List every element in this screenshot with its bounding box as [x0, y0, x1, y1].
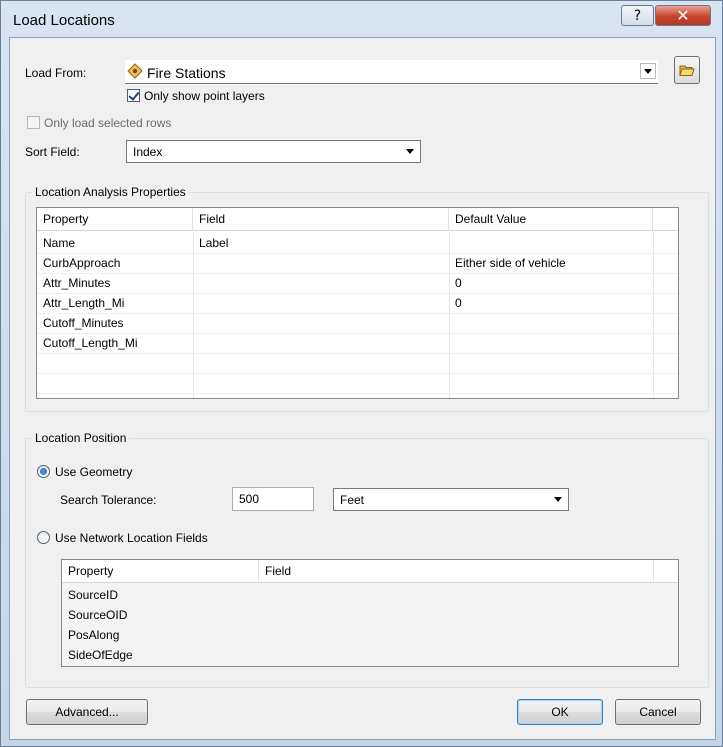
property-cell: Cutoff_Minutes [43, 316, 124, 330]
table-row[interactable]: Attr_Length_Mi 0 [37, 293, 678, 314]
units-value: Feet [340, 492, 365, 507]
table-row[interactable]: SideOfEdge [62, 645, 678, 665]
header-property[interactable]: Property [62, 560, 259, 582]
table-row[interactable]: Attr_Minutes 0 [37, 273, 678, 294]
default-value-cell[interactable]: 0 [449, 293, 462, 313]
sort-field-label: Sort Field: [25, 145, 80, 159]
analysis-properties-grid: Property Field Default Value Name Label … [36, 207, 679, 399]
search-tolerance-value: 500 [239, 492, 260, 506]
location-position-title: Location Position [32, 431, 130, 445]
grid-header: Property Field [62, 560, 678, 583]
field-cell[interactable] [193, 333, 199, 353]
property-cell: Name [43, 236, 76, 250]
default-value-cell[interactable] [449, 333, 455, 353]
search-tolerance-input[interactable]: 500 [232, 487, 314, 511]
use-network-fields-radio[interactable] [37, 531, 50, 544]
table-row[interactable]: Cutoff_Length_Mi [37, 333, 678, 354]
help-icon: ? [633, 7, 642, 24]
table-row[interactable]: Name Label [37, 233, 678, 254]
table-row[interactable]: CurbApproach Either side of vehicle [37, 253, 678, 274]
grid-header: Property Field Default Value [37, 208, 678, 231]
browse-button[interactable] [674, 56, 700, 84]
use-geometry-label: Use Geometry [55, 465, 133, 479]
analysis-properties-title: Location Analysis Properties [32, 185, 189, 199]
load-from-label: Load From: [25, 66, 87, 80]
header-default-value[interactable]: Default Value [449, 208, 653, 230]
default-value-cell[interactable]: Either side of vehicle [449, 253, 566, 273]
dialog-body: Load From: Fire Stations Only show point… [9, 37, 716, 740]
default-value-cell[interactable]: 0 [449, 273, 462, 293]
only-selected-rows-label: Only load selected rows [44, 116, 172, 130]
property-cell [37, 353, 43, 373]
field-cell[interactable] [193, 293, 199, 313]
only-selected-rows-checkbox[interactable] [27, 116, 40, 129]
header-property[interactable]: Property [37, 208, 193, 230]
close-icon: ✕ [676, 6, 690, 25]
load-from-combo[interactable]: Fire Stations [125, 60, 658, 84]
field-cell[interactable] [193, 273, 199, 293]
field-cell[interactable]: Label [193, 233, 228, 253]
ok-button[interactable]: OK [517, 699, 603, 725]
table-row[interactable]: SourceOID [62, 605, 678, 625]
help-button[interactable]: ? [621, 5, 654, 26]
property-cell [37, 373, 43, 393]
close-button[interactable]: ✕ [655, 5, 711, 26]
table-row[interactable]: Cutoff_Minutes [37, 313, 678, 334]
units-select[interactable]: Feet [333, 488, 569, 511]
header-field[interactable]: Field [193, 208, 449, 230]
point-layer-icon [127, 63, 143, 79]
search-tolerance-label: Search Tolerance: [60, 493, 157, 507]
only-point-layers-label: Only show point layers [144, 89, 265, 103]
property-cell: Cutoff_Length_Mi [43, 336, 138, 350]
property-cell: PosAlong [68, 628, 120, 642]
load-locations-dialog: Load Locations ? ✕ Load From: Fire Stati… [0, 0, 723, 747]
open-folder-icon [679, 62, 695, 81]
sort-field-select[interactable]: Index [126, 140, 421, 163]
cancel-button[interactable]: Cancel [615, 699, 701, 725]
network-fields-grid: Property Field SourceID SourceOID PosAlo… [61, 559, 679, 667]
property-cell: SideOfEdge [68, 648, 133, 662]
table-row[interactable]: PosAlong [62, 625, 678, 645]
table-row[interactable] [37, 353, 678, 374]
property-cell: Attr_Length_Mi [43, 296, 125, 310]
property-cell: CurbApproach [43, 256, 121, 270]
property-cell: Attr_Minutes [43, 276, 111, 290]
sort-field-value: Index [133, 144, 163, 159]
table-row[interactable]: SourceID [62, 585, 678, 605]
use-geometry-radio[interactable] [37, 465, 50, 478]
default-value-cell[interactable] [449, 233, 455, 253]
field-cell[interactable] [193, 253, 199, 273]
use-network-fields-label: Use Network Location Fields [55, 531, 208, 545]
property-cell: SourceID [68, 588, 119, 602]
chevron-down-icon[interactable] [551, 493, 565, 507]
advanced-button[interactable]: Advanced... [26, 699, 148, 725]
default-value-cell[interactable] [449, 313, 455, 333]
property-cell: SourceOID [68, 608, 128, 622]
chevron-down-icon[interactable] [403, 145, 417, 159]
field-cell[interactable] [193, 313, 199, 333]
load-from-value: Fire Stations [147, 65, 226, 81]
table-row[interactable] [37, 373, 678, 394]
window-title: Load Locations [13, 12, 115, 29]
only-point-layers-checkbox[interactable] [127, 89, 140, 102]
header-field[interactable]: Field [259, 560, 654, 582]
chevron-down-icon[interactable] [640, 63, 656, 79]
